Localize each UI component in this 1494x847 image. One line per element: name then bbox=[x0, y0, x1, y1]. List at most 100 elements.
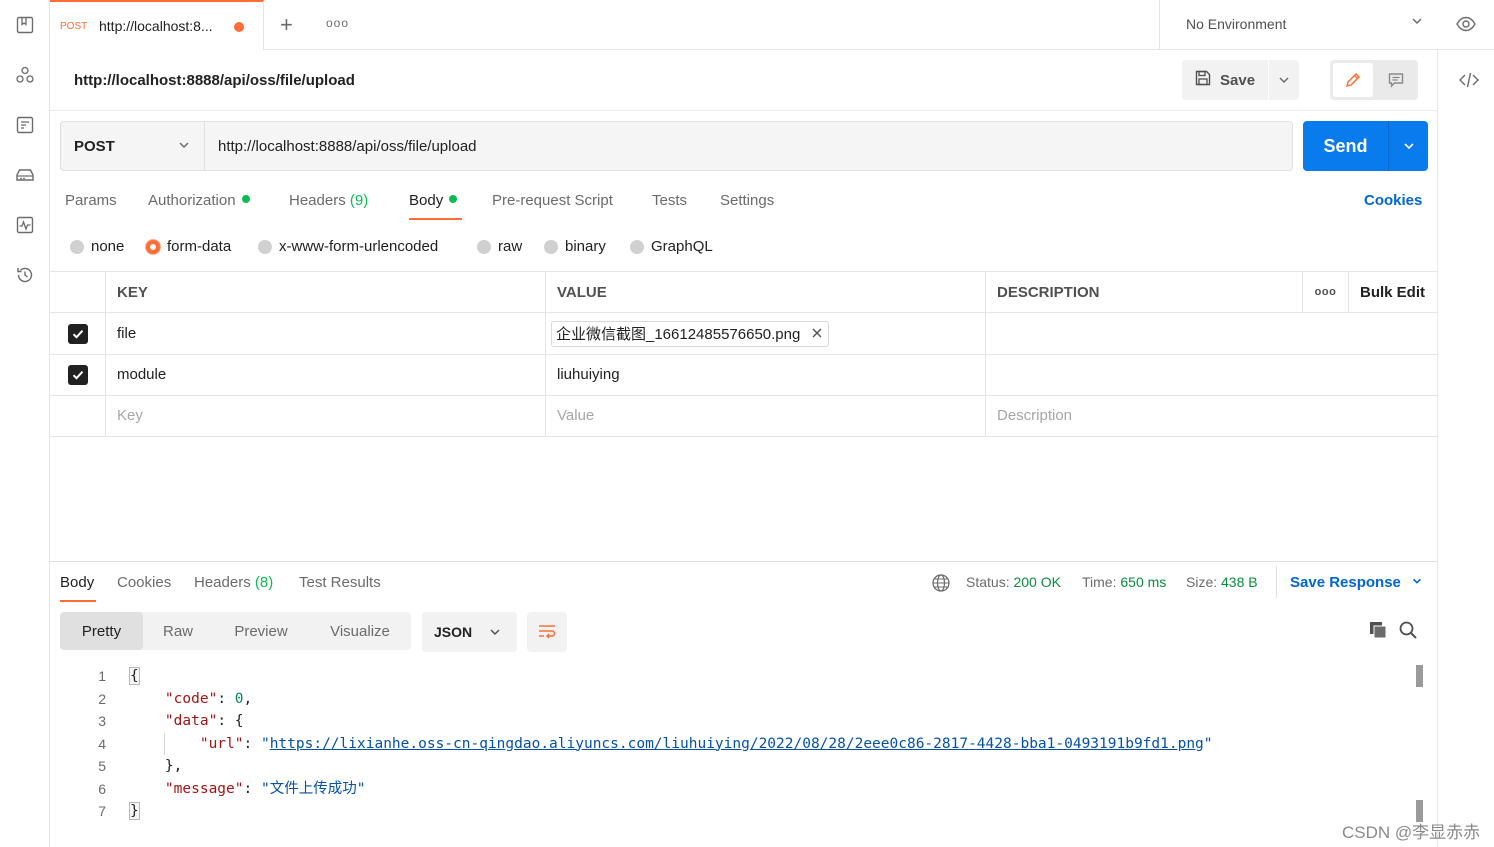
save-button[interactable]: Save bbox=[1182, 60, 1268, 100]
key-cell[interactable]: module bbox=[105, 354, 545, 395]
url-input[interactable] bbox=[205, 121, 1293, 171]
collections-icon[interactable] bbox=[14, 14, 36, 36]
comments-icon[interactable] bbox=[1376, 63, 1416, 97]
key-cell[interactable]: file bbox=[105, 313, 545, 354]
tab-params[interactable]: Params bbox=[65, 192, 117, 209]
mode-toggle-group bbox=[1330, 60, 1418, 100]
history-icon[interactable] bbox=[14, 264, 36, 286]
view-raw[interactable]: Raw bbox=[143, 612, 213, 650]
format-select[interactable]: JSON bbox=[422, 612, 517, 652]
chevron-down-icon bbox=[1279, 77, 1289, 84]
response-time[interactable]: Time: 650 ms bbox=[1082, 574, 1166, 590]
method-select[interactable]: POST bbox=[60, 121, 205, 171]
environment-selector[interactable]: No Environment bbox=[1159, 0, 1437, 50]
unsaved-dot-icon[interactable] bbox=[234, 22, 244, 32]
header-checkbox-cell bbox=[50, 272, 106, 312]
view-pretty[interactable]: Pretty bbox=[60, 612, 143, 650]
save-options-button[interactable] bbox=[1269, 60, 1299, 100]
row-checkbox[interactable] bbox=[50, 313, 106, 354]
body-type-form-data[interactable]: form-data bbox=[146, 238, 231, 255]
active-tab-underline bbox=[409, 218, 462, 220]
column-header-key: KEY bbox=[105, 272, 545, 312]
code-text: "message": "文件上传成功" bbox=[164, 780, 366, 797]
time-value: 650 ms bbox=[1120, 574, 1167, 590]
scrollbar-thumb-top[interactable] bbox=[1416, 665, 1423, 687]
description-placeholder[interactable]: Description bbox=[985, 395, 1437, 436]
tab-settings[interactable]: Settings bbox=[720, 192, 774, 209]
radio-icon bbox=[258, 239, 272, 254]
tab-pre-request-script[interactable]: Pre-request Script bbox=[492, 192, 613, 209]
edit-mode-pencil-icon[interactable] bbox=[1333, 63, 1373, 97]
radio-selected-icon bbox=[146, 239, 160, 254]
line-number: 4 bbox=[98, 735, 106, 752]
monitors-icon[interactable] bbox=[14, 214, 36, 236]
chevron-down-icon bbox=[490, 629, 500, 636]
save-icon bbox=[1194, 69, 1212, 91]
value-placeholder[interactable]: Value bbox=[545, 395, 985, 436]
body-type-raw[interactable]: raw bbox=[477, 238, 522, 255]
body-type-none[interactable]: none bbox=[70, 238, 124, 255]
tab-headers[interactable]: Headers (9) bbox=[289, 192, 368, 209]
response-tab-body[interactable]: Body bbox=[60, 574, 94, 591]
body-type-urlencoded[interactable]: x-www-form-urlencoded bbox=[258, 238, 438, 255]
status-dot-icon bbox=[449, 195, 458, 203]
json-key: "data" bbox=[164, 713, 218, 729]
bulk-edit-button[interactable]: Bulk Edit bbox=[1348, 272, 1437, 312]
column-header-description: DESCRIPTION bbox=[985, 272, 1303, 312]
save-response-button[interactable]: Save Response bbox=[1276, 566, 1423, 598]
url-link[interactable]: https://lixianhe.oss-cn-qingdao.aliyuncs… bbox=[270, 736, 1204, 752]
watermark-text: CSDN @李显赤赤 bbox=[1342, 823, 1481, 842]
close-brace: } bbox=[129, 802, 140, 820]
json-key: "url" bbox=[199, 735, 244, 752]
checkbox-checked-icon bbox=[68, 323, 88, 344]
more-tabs-icon[interactable]: ooo bbox=[326, 16, 349, 30]
body-type-binary[interactable]: binary bbox=[544, 238, 606, 255]
line-number: 2 bbox=[98, 690, 106, 707]
environments-icon[interactable] bbox=[14, 114, 36, 136]
search-icon[interactable] bbox=[1398, 620, 1418, 643]
send-button[interactable]: Send bbox=[1303, 121, 1389, 171]
wrap-lines-icon[interactable] bbox=[527, 612, 567, 652]
json-string: "文件上传成功" bbox=[260, 780, 366, 797]
row-checkbox[interactable] bbox=[50, 354, 106, 395]
body-type-graphql[interactable]: GraphQL bbox=[630, 238, 713, 255]
file-chip[interactable]: 企业微信截图_16612485576650.png bbox=[551, 320, 830, 347]
response-tab-headers-label: Headers bbox=[194, 574, 251, 591]
response-headers-count: (8) bbox=[254, 574, 274, 591]
response-tab-cookies[interactable]: Cookies bbox=[117, 574, 171, 591]
code-snippet-icon[interactable] bbox=[1458, 70, 1480, 93]
file-name: 企业微信截图_16612485576650.png bbox=[556, 326, 801, 343]
tab-tests[interactable]: Tests bbox=[652, 192, 687, 209]
apis-icon[interactable] bbox=[14, 64, 36, 86]
data-open-brace: { bbox=[234, 713, 244, 729]
description-cell[interactable] bbox=[985, 313, 1437, 354]
mock-servers-icon[interactable] bbox=[14, 164, 36, 186]
body-type-raw-label: raw bbox=[498, 238, 523, 255]
view-preview[interactable]: Preview bbox=[213, 612, 309, 650]
remove-file-close-icon[interactable] bbox=[812, 325, 822, 342]
response-tab-headers[interactable]: Headers (8) bbox=[194, 574, 273, 591]
cookies-link[interactable]: Cookies bbox=[1364, 192, 1422, 209]
response-pane-divider[interactable] bbox=[50, 561, 1437, 562]
request-tab[interactable]: POST http://localhost:8... bbox=[50, 0, 264, 50]
response-status[interactable]: Status: 200 OK bbox=[966, 574, 1061, 590]
new-tab-plus-icon[interactable]: + bbox=[280, 12, 293, 38]
radio-icon bbox=[70, 239, 84, 254]
tab-authorization[interactable]: Authorization bbox=[148, 192, 250, 209]
time-label: Time: bbox=[1082, 574, 1117, 590]
tab-body[interactable]: Body bbox=[409, 192, 458, 209]
view-visualize[interactable]: Visualize bbox=[309, 612, 411, 650]
response-tab-test-results[interactable]: Test Results bbox=[299, 574, 381, 591]
copy-icon[interactable] bbox=[1368, 620, 1388, 643]
environment-quick-look-eye-icon[interactable] bbox=[1455, 13, 1477, 38]
data-close-brace: }, bbox=[164, 758, 183, 774]
key-placeholder[interactable]: Key bbox=[105, 395, 545, 436]
request-name[interactable]: http://localhost:8888/api/oss/file/uploa… bbox=[74, 72, 355, 89]
globe-icon[interactable] bbox=[931, 573, 951, 596]
value-cell[interactable]: 企业微信截图_16612485576650.png bbox=[545, 313, 985, 354]
description-cell[interactable] bbox=[985, 354, 1437, 395]
value-cell[interactable]: liuhuiying bbox=[545, 354, 985, 395]
send-options-button[interactable] bbox=[1389, 121, 1428, 171]
response-size[interactable]: Size: 438 B bbox=[1186, 574, 1258, 590]
column-options-more-icon[interactable]: ooo bbox=[1302, 272, 1348, 312]
